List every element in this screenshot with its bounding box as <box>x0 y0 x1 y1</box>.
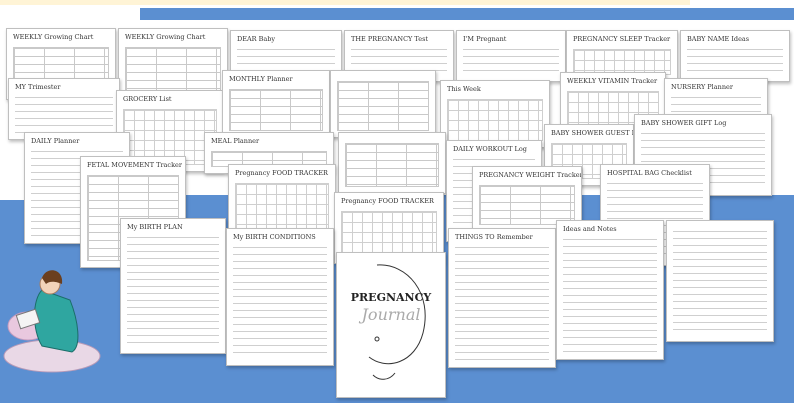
sheet-title: BABY SHOWER GIFT Log <box>641 119 727 127</box>
sheet-im-pregnant: I'M Pregnant <box>456 30 566 82</box>
sheet-title: I'M Pregnant <box>463 35 507 43</box>
sheet-title: FETAL MOVEMENT Tracker <box>87 161 182 169</box>
sheet-title: DEAR Baby <box>237 35 276 43</box>
sheet-title: DAILY Planner <box>31 137 80 145</box>
sheet-this-week: This Week <box>440 80 550 148</box>
sheet-my-birth-plan: My BIRTH PLAN <box>120 218 226 354</box>
sheet-title: HOSPITAL BAG Checklist <box>607 169 692 177</box>
sheet-title: THE PREGNANCY Test <box>351 35 429 43</box>
top-blue-band <box>140 8 794 20</box>
cover-title: PREGNANCY <box>350 291 432 304</box>
top-cream-band <box>0 0 690 5</box>
cover-subtitle: Journal <box>361 305 421 324</box>
sheet-title: THINGS TO Remember <box>455 233 533 241</box>
sheet-ideas-and-notes: Ideas and Notes <box>556 220 664 360</box>
sheet-monthly-planner: MONTHLY Planner <box>222 70 330 138</box>
sheet-title: PREGNANCY WEIGHT Tracker <box>479 171 582 179</box>
pregnant-woman-illustration <box>3 270 101 373</box>
sheet-title: This Week <box>447 85 481 93</box>
sheet-title: WEEKLY Growing Chart <box>125 33 206 41</box>
sheet-title: BABY NAME Ideas <box>687 35 750 43</box>
sheet-meal-planner-2 <box>338 132 446 194</box>
sheet-title: WEEKLY VITAMIN Tracker <box>567 77 658 85</box>
sheet-title: Ideas and Notes <box>563 225 617 233</box>
sheet-title: My BIRTH CONDITIONS <box>233 233 316 241</box>
sheet-title: Pregnancy FOOD TRACKER <box>235 169 328 177</box>
sheet-title: DAILY WORKOUT Log <box>453 145 527 153</box>
sheet-hospital-bag-2 <box>666 220 774 342</box>
sheet-cover: PREGNANCY Journal <box>336 252 446 398</box>
sheet-title: My BIRTH PLAN <box>127 223 183 231</box>
sheet-my-birth-conditions: My BIRTH CONDITIONS <box>226 228 334 366</box>
sheet-baby-name-ideas: BABY NAME Ideas <box>680 30 790 82</box>
sheet-title: MEAL Planner <box>211 137 260 145</box>
sheet-title: NURSERY Planner <box>671 83 733 91</box>
sheet-title: PREGNANCY SLEEP Tracker <box>573 35 671 43</box>
sheet-title: BABY SHOWER GUEST List <box>551 129 633 137</box>
sheet-my-trimester: MY Trimester <box>8 78 120 140</box>
sheet-things-to-remember: THINGS TO Remember <box>448 228 556 368</box>
cover-belly-drawing <box>368 264 426 380</box>
sheet-title: MY Trimester <box>15 83 61 91</box>
sheet-title: WEEKLY Growing Chart <box>13 33 94 41</box>
sheet-monthly-planner-2 <box>330 70 436 138</box>
sheet-title: Pregnancy FOOD TRACKER <box>341 197 434 205</box>
sheet-title: MONTHLY Planner <box>229 75 293 83</box>
sheet-title: GROCERY List <box>123 95 172 103</box>
